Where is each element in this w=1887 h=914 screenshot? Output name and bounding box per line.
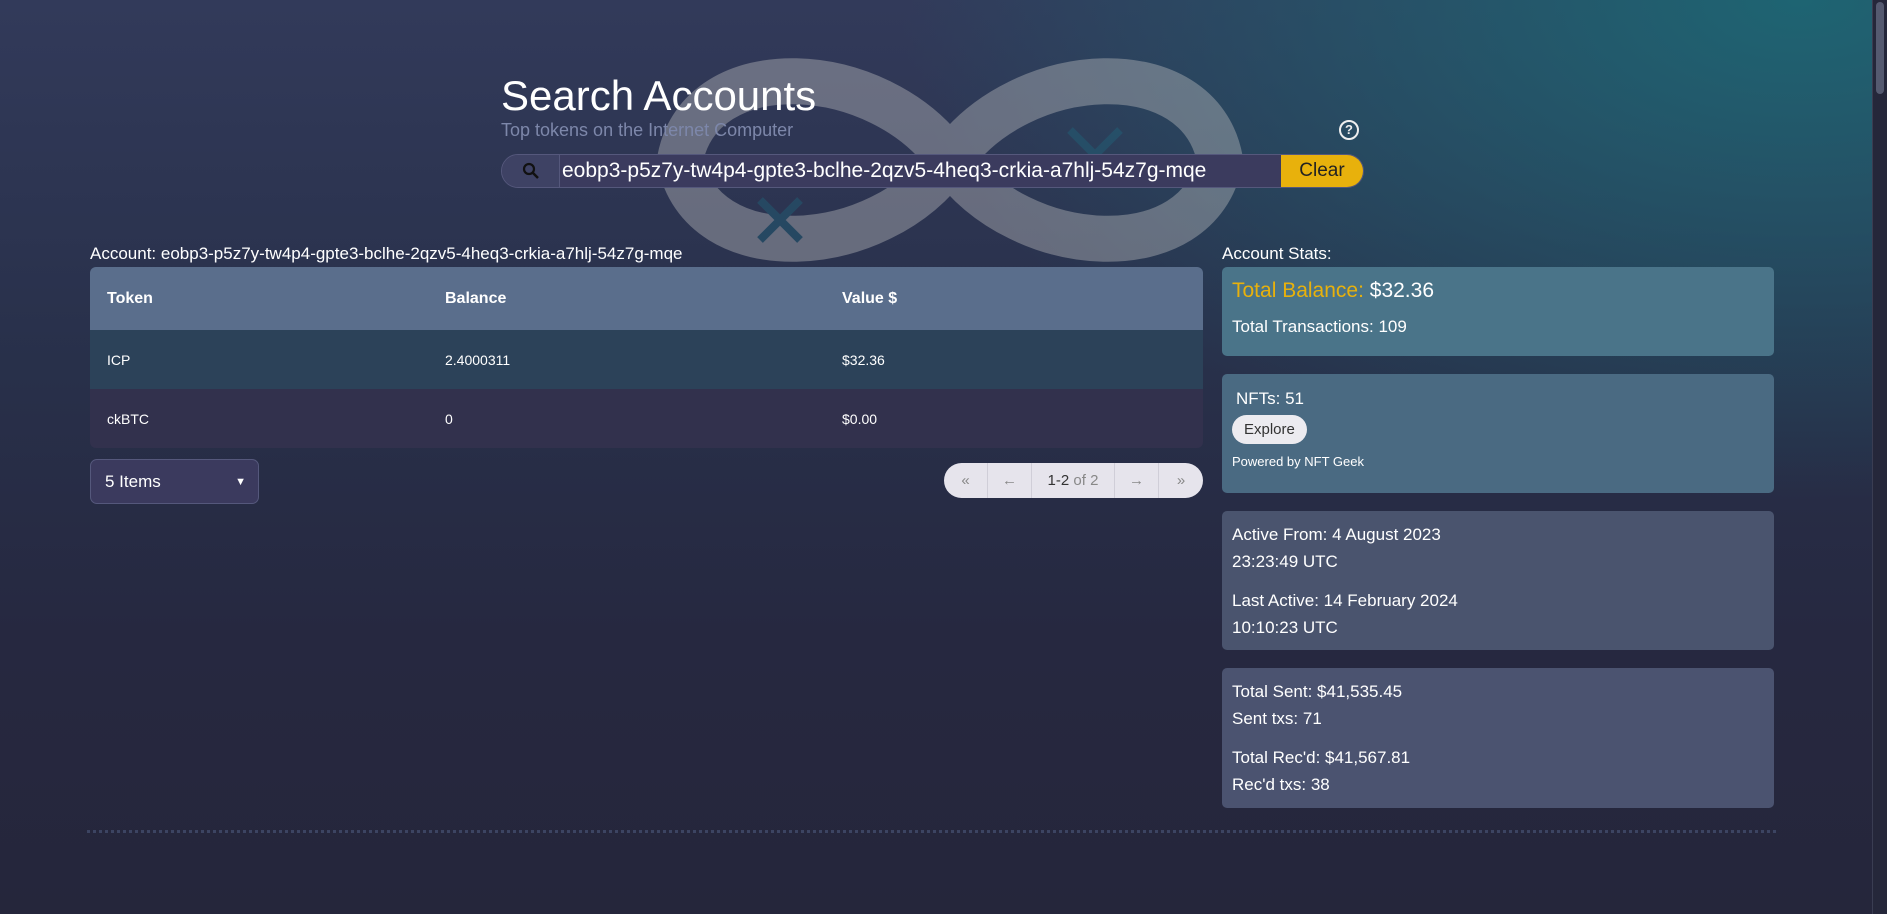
first-page-button[interactable]: « — [944, 463, 988, 498]
balance-card: Total Balance: $32.36 Total Transactions… — [1222, 267, 1774, 356]
chevron-down-icon: ▼ — [235, 475, 246, 488]
total-sent: Total Sent: $41,535.45 — [1232, 682, 1403, 701]
transfers-card: Total Sent: $41,535.45 Sent txs: 71 Tota… — [1222, 668, 1774, 808]
total-balance-value: $32.36 — [1369, 279, 1434, 302]
page-size-select[interactable]: 5 Items ▼ — [90, 459, 259, 504]
powered-by-link[interactable]: Powered by NFT Geek — [1232, 454, 1764, 469]
page-indicator: 1-2 of 2 — [1032, 463, 1116, 498]
page-title: Search Accounts — [501, 72, 817, 119]
last-active: Last Active: 14 February 2024 — [1232, 591, 1458, 610]
token-cell: ICP — [107, 351, 131, 368]
total-balance-label: Total Balance: — [1232, 279, 1364, 302]
double-chevron-left-icon: « — [961, 472, 970, 489]
page-subtitle: Top tokens on the Internet Computer — [501, 120, 794, 140]
question-circle-icon[interactable]: ? — [1339, 120, 1359, 140]
pagination: « ← 1-2 of 2 → » — [944, 463, 1203, 498]
active-from: Active From: 4 August 2023 — [1232, 525, 1441, 544]
nft-card: NFTs: 51 Explore Powered by NFT Geek — [1222, 374, 1774, 493]
received-txs: Rec'd txs: 38 — [1232, 775, 1330, 794]
table-row[interactable]: ICP 2.4000311 $32.36 — [90, 330, 1203, 389]
prev-page-button[interactable]: ← — [988, 463, 1032, 498]
token-table: Token Balance Value $ ICP 2.4000311 $32.… — [90, 267, 1203, 448]
total-received: Total Rec'd: $41,567.81 — [1232, 748, 1411, 767]
clear-button[interactable]: Clear — [1281, 155, 1363, 187]
balance-cell: 0 — [445, 410, 453, 427]
token-cell: ckBTC — [107, 410, 149, 427]
next-page-button[interactable]: → — [1115, 463, 1160, 498]
arrow-right-icon: → — [1129, 472, 1145, 489]
double-chevron-right-icon: » — [1176, 472, 1186, 489]
nft-count: NFTs: 51 — [1236, 389, 1305, 408]
activity-card: Active From: 4 August 2023 23:23:49 UTC … — [1222, 511, 1774, 650]
search-input[interactable] — [502, 155, 1282, 187]
scrollbar-thumb[interactable] — [1876, 2, 1884, 94]
scrollbar[interactable] — [1872, 0, 1887, 914]
last-page-button[interactable]: » — [1159, 463, 1203, 498]
search-bar: Clear — [501, 154, 1364, 188]
table-header: Token Balance Value $ — [90, 267, 1203, 330]
last-active-time: 10:10:23 UTC — [1232, 618, 1338, 637]
value-cell: $32.36 — [842, 351, 885, 368]
active-from-time: 23:23:49 UTC — [1232, 552, 1338, 571]
page-size-value: 5 Items — [105, 471, 161, 491]
column-header-balance[interactable]: Balance — [445, 290, 842, 308]
value-cell: $0.00 — [842, 410, 878, 427]
column-header-token[interactable]: Token — [90, 290, 445, 308]
explore-button[interactable]: Explore — [1232, 415, 1307, 444]
account-stats-label: Account Stats: — [1222, 244, 1332, 263]
table-row[interactable]: ckBTC 0 $0.00 — [90, 389, 1203, 448]
total-transactions: Total Transactions: 109 — [1232, 317, 1407, 336]
dotted-divider — [87, 830, 1776, 833]
account-label: Account: eobp3-p5z7y-tw4p4-gpte3-bclhe-2… — [90, 244, 683, 263]
sent-txs: Sent txs: 71 — [1232, 709, 1322, 728]
balance-cell: 2.4000311 — [445, 351, 511, 368]
column-header-value[interactable]: Value $ — [842, 290, 1203, 308]
arrow-left-icon: ← — [1001, 472, 1017, 489]
